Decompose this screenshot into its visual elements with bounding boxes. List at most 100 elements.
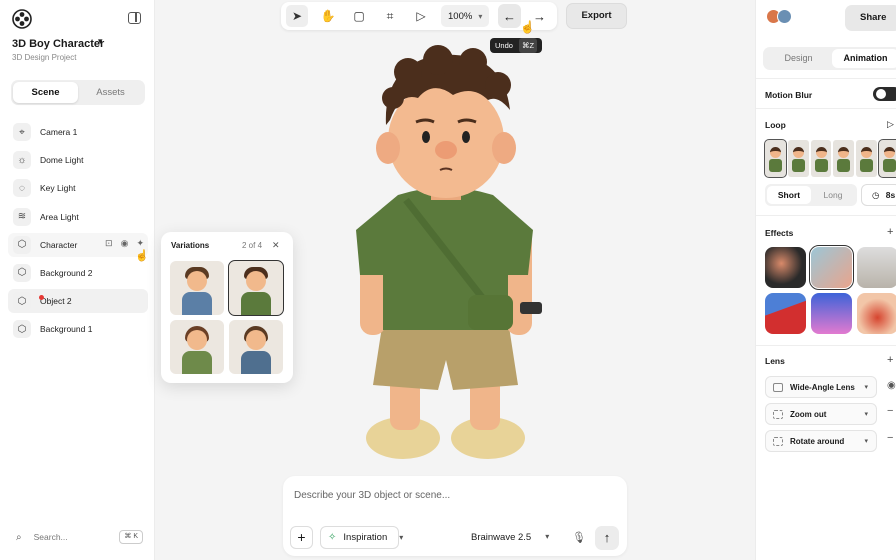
model-select[interactable]: Brainwave 2.5 ▾: [471, 532, 549, 543]
effect-thumb[interactable]: [811, 293, 852, 334]
thumb-face: [187, 330, 207, 350]
short-option[interactable]: Short: [767, 186, 811, 204]
lens-item-label: Rotate around: [790, 436, 845, 446]
play-tool-icon[interactable]: ▷: [410, 5, 432, 27]
panel-tabs: Design Animation: [763, 47, 896, 70]
sparkle-icon[interactable]: ✦: [136, 238, 144, 249]
layer-item[interactable]: ☼ Dome Light: [8, 148, 148, 172]
crop-tool-icon[interactable]: ⌗: [379, 5, 401, 27]
effect-thumb[interactable]: [857, 247, 896, 288]
effect-thumb[interactable]: [765, 293, 806, 334]
sun-icon: ☼: [13, 151, 31, 170]
frame-body: [791, 159, 805, 172]
add-button[interactable]: +: [290, 526, 313, 549]
lens-select[interactable]: Zoom out ▾: [765, 403, 877, 425]
app-logo-icon[interactable]: [12, 9, 32, 29]
tab-animation[interactable]: Animation: [832, 49, 896, 68]
loop-frame[interactable]: [787, 140, 809, 177]
layer-item[interactable]: ◌ Key Light: [8, 176, 148, 200]
divider: [756, 345, 896, 346]
character-model[interactable]: [338, 40, 553, 470]
play-icon[interactable]: ▷: [887, 119, 894, 130]
tab-assets[interactable]: Assets: [78, 82, 143, 103]
pointer-cursor-icon: ☝: [520, 20, 535, 34]
cube-icon: ⬡: [13, 320, 31, 339]
sidebar-toggle-icon[interactable]: [128, 12, 141, 24]
add-effect-icon[interactable]: +: [887, 226, 893, 238]
effect-thumb[interactable]: [765, 247, 806, 288]
tab-scene[interactable]: Scene: [13, 82, 78, 103]
add-lens-icon[interactable]: +: [887, 354, 893, 366]
layer-item[interactable]: ⬡ Character ⊡ ◉ ✦: [8, 232, 148, 257]
loop-frame[interactable]: [810, 140, 832, 177]
layer-label: Key Light: [40, 183, 76, 194]
frame-body: [814, 159, 828, 172]
send-button[interactable]: ↑: [595, 526, 619, 550]
loop-frame[interactable]: [856, 140, 878, 177]
lens-icon: [773, 382, 783, 392]
loop-frame[interactable]: [764, 139, 787, 178]
variation-thumb[interactable]: [170, 320, 224, 374]
loop-frame[interactable]: [878, 139, 896, 178]
tab-design[interactable]: Design: [765, 49, 832, 68]
project-title[interactable]: 3D Boy Character: [12, 38, 104, 50]
search-bar[interactable]: ⌕ Search... ⌘ K: [8, 527, 148, 547]
variation-thumb[interactable]: [170, 261, 224, 315]
lens-item-label: Zoom out: [790, 409, 827, 419]
lens-select[interactable]: Wide-Angle Lens ▾: [765, 376, 877, 398]
export-button[interactable]: Export: [566, 3, 627, 29]
duration-field[interactable]: ◷ 8s: [861, 184, 896, 206]
area-light-icon: ≋: [13, 207, 31, 226]
microphone-icon[interactable]: 🎙: [572, 531, 586, 544]
undo-arrow-icon[interactable]: ←: [498, 4, 521, 28]
remove-icon[interactable]: −: [887, 405, 893, 417]
eye-icon[interactable]: ◉: [121, 238, 129, 249]
motion-blur-toggle[interactable]: [873, 87, 896, 101]
layer-item[interactable]: ⬡ Object 2: [8, 289, 148, 314]
inspiration-button[interactable]: ✧ Inspiration ▾: [320, 526, 403, 549]
share-button[interactable]: Share: [845, 5, 896, 31]
layer-item[interactable]: ≋ Area Light: [8, 205, 148, 229]
chevron-down-icon: ▾: [545, 532, 550, 541]
chevron-down-icon: ▾: [864, 438, 868, 445]
chevron-down-icon[interactable]: ▾: [98, 36, 103, 47]
layer-item[interactable]: ⬡ Background 1: [8, 317, 148, 341]
thumb-face: [187, 271, 207, 291]
motion-blur-label: Motion Blur: [765, 90, 813, 100]
hand-tool-icon[interactable]: ✋: [317, 5, 339, 27]
prompt-input[interactable]: Describe your 3D object or scene...: [294, 490, 450, 501]
layer-item[interactable]: ⌖ Camera 1: [8, 120, 148, 144]
select-tool-icon[interactable]: ➤: [286, 5, 308, 27]
eye-icon[interactable]: ◉: [887, 380, 896, 391]
frame-head: [815, 147, 827, 158]
zoom-select[interactable]: 100% ▾: [441, 5, 490, 27]
right-panel: Share Design Animation Motion Blur Loop …: [755, 0, 896, 560]
loop-frame[interactable]: [833, 140, 855, 177]
variation-thumb[interactable]: [229, 320, 283, 374]
scene-assets-switch: Scene Assets: [11, 80, 145, 105]
layer-item[interactable]: ⬡ Background 2: [8, 261, 148, 285]
loop-frames: [764, 139, 896, 178]
lens-select[interactable]: Rotate around ▾: [765, 430, 877, 452]
layer-label: Object 2: [40, 296, 72, 307]
long-option[interactable]: Long: [811, 186, 855, 204]
rotate-icon: [773, 436, 783, 446]
chevron-down-icon: ▾: [864, 384, 868, 391]
layer-label: Background 1: [40, 324, 93, 335]
thumb-body: [241, 351, 271, 374]
remove-icon[interactable]: −: [887, 432, 893, 444]
divider: [756, 78, 896, 79]
chevron-down-icon: ▾: [864, 411, 868, 418]
close-icon[interactable]: ✕: [272, 240, 280, 251]
lock-icon[interactable]: ⊡: [105, 238, 113, 249]
loop-label: Loop: [765, 120, 786, 130]
chevron-down-icon: ▾: [478, 11, 483, 21]
effect-thumb[interactable]: [857, 293, 896, 334]
effect-thumb[interactable]: [809, 245, 854, 290]
comment-tool-icon[interactable]: ▢: [348, 5, 370, 27]
avatar[interactable]: [777, 9, 792, 24]
variation-thumb[interactable]: [228, 260, 284, 316]
thumb-body: [182, 351, 212, 374]
layer-label: Character: [40, 239, 78, 250]
variations-popover: Variations 2 of 4 ✕: [161, 232, 293, 383]
